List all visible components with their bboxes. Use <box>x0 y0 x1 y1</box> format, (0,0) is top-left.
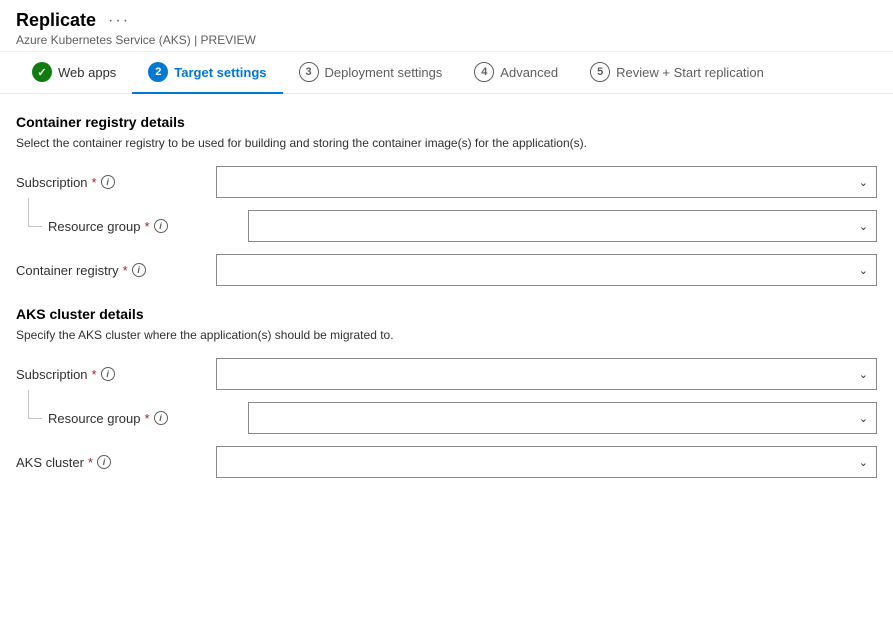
aks-cluster-label: AKS cluster * i <box>16 455 216 470</box>
main-content: Container registry details Select the co… <box>0 94 893 518</box>
container-registry-desc: Select the container registry to be used… <box>16 136 877 150</box>
tab-web-apps-label: Web apps <box>58 65 116 80</box>
aks-subscription-dropdown[interactable]: ⌄ <box>216 358 877 390</box>
tab-web-apps-circle: ✓ <box>32 62 52 82</box>
tab-deployment-settings[interactable]: 3 Deployment settings <box>283 52 459 94</box>
aks-cluster-required: * <box>88 455 93 470</box>
tab-review-start-label: Review + Start replication <box>616 65 764 80</box>
cr-resource-group-label: Resource group * i <box>48 219 248 234</box>
aks-indent-line-h <box>28 418 42 419</box>
ellipsis-button[interactable]: ··· <box>104 12 134 30</box>
aks-cluster-title: AKS cluster details <box>16 306 877 322</box>
aks-cluster-desc: Specify the AKS cluster where the applic… <box>16 328 877 342</box>
tab-advanced-label: Advanced <box>500 65 558 80</box>
title-text: Replicate <box>16 10 96 31</box>
tab-web-apps[interactable]: ✓ Web apps <box>16 52 132 94</box>
aks-cluster-info-icon[interactable]: i <box>97 455 111 469</box>
cr-registry-info-icon[interactable]: i <box>132 263 146 277</box>
page-subtitle: Azure Kubernetes Service (AKS) | PREVIEW <box>16 33 877 47</box>
cr-registry-row: Container registry * i ⌄ <box>16 254 877 286</box>
tab-advanced[interactable]: 4 Advanced <box>458 52 574 94</box>
aks-subscription-row: Subscription * i ⌄ <box>16 358 877 390</box>
container-registry-title: Container registry details <box>16 114 877 130</box>
cr-resource-group-dropdown[interactable]: ⌄ <box>248 210 877 242</box>
aks-subscription-chevron-icon: ⌄ <box>859 368 868 381</box>
aks-resource-group-info-icon[interactable]: i <box>154 411 168 425</box>
aks-subscription-required: * <box>92 367 97 382</box>
aks-indent-line-v <box>28 390 29 418</box>
cr-subscription-label: Subscription * i <box>16 175 216 190</box>
cr-resource-group-info-icon[interactable]: i <box>154 219 168 233</box>
cr-subscription-info-icon[interactable]: i <box>101 175 115 189</box>
aks-cluster-section: AKS cluster details Specify the AKS clus… <box>16 306 877 478</box>
cr-indent-line-h <box>28 226 42 227</box>
tab-deployment-settings-circle: 3 <box>299 62 319 82</box>
tab-target-settings[interactable]: 2 Target settings <box>132 52 282 94</box>
cr-subscription-row: Subscription * i ⌄ <box>16 166 877 198</box>
tab-review-start-circle: 5 <box>590 62 610 82</box>
page-header: Replicate ··· Azure Kubernetes Service (… <box>0 0 893 52</box>
tab-deployment-settings-label: Deployment settings <box>325 65 443 80</box>
cr-registry-chevron-icon: ⌄ <box>859 264 868 277</box>
cr-registry-label: Container registry * i <box>16 263 216 278</box>
cr-registry-dropdown[interactable]: ⌄ <box>216 254 877 286</box>
tab-advanced-circle: 4 <box>474 62 494 82</box>
cr-registry-required: * <box>123 263 128 278</box>
aks-cluster-chevron-icon: ⌄ <box>859 456 868 469</box>
cr-subscription-chevron-icon: ⌄ <box>859 176 868 189</box>
page-title: Replicate ··· <box>16 10 877 31</box>
aks-cluster-row: AKS cluster * i ⌄ <box>16 446 877 478</box>
aks-resource-group-required: * <box>145 411 150 426</box>
wizard-tabs: ✓ Web apps 2 Target settings 3 Deploymen… <box>0 52 893 94</box>
cr-resource-group-required: * <box>145 219 150 234</box>
tab-review-start[interactable]: 5 Review + Start replication <box>574 52 780 94</box>
aks-subscription-label: Subscription * i <box>16 367 216 382</box>
cr-resource-group-row: Resource group * i ⌄ <box>48 210 877 242</box>
aks-resource-group-row: Resource group * i ⌄ <box>48 402 877 434</box>
tab-target-settings-circle: 2 <box>148 62 168 82</box>
aks-resource-group-chevron-icon: ⌄ <box>859 412 868 425</box>
cr-subscription-dropdown[interactable]: ⌄ <box>216 166 877 198</box>
aks-resource-group-dropdown[interactable]: ⌄ <box>248 402 877 434</box>
container-registry-section: Container registry details Select the co… <box>16 114 877 286</box>
aks-subscription-info-icon[interactable]: i <box>101 367 115 381</box>
cr-subscription-required: * <box>92 175 97 190</box>
aks-cluster-dropdown[interactable]: ⌄ <box>216 446 877 478</box>
cr-resource-group-chevron-icon: ⌄ <box>859 220 868 233</box>
cr-resource-group-indent: Resource group * i ⌄ <box>48 210 877 242</box>
aks-resource-group-indent: Resource group * i ⌄ <box>48 402 877 434</box>
aks-resource-group-label: Resource group * i <box>48 411 248 426</box>
cr-indent-line-v <box>28 198 29 226</box>
tab-target-settings-label: Target settings <box>174 65 266 80</box>
